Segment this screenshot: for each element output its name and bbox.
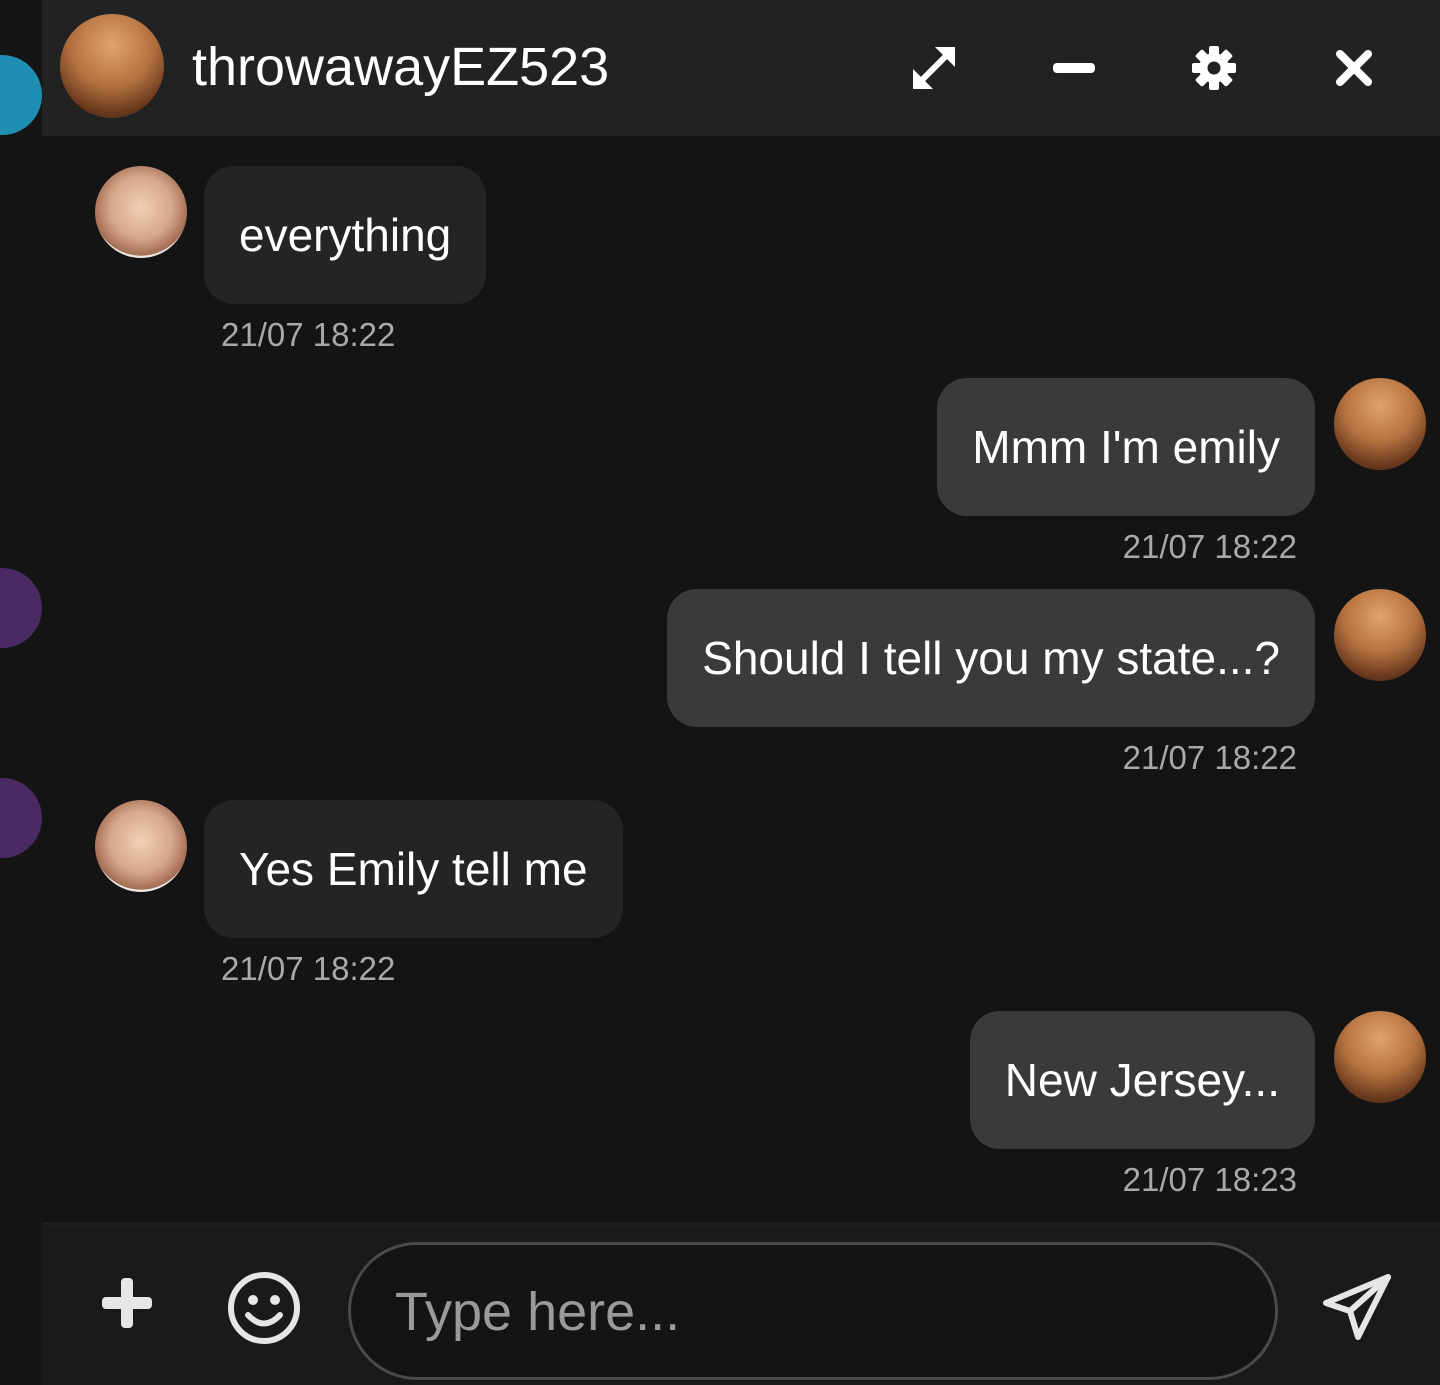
chat-title[interactable]: throwawayEZ523: [192, 36, 609, 98]
chat-header: throwawayEZ523: [42, 0, 1440, 136]
message-bubble-incoming[interactable]: everything: [204, 166, 487, 304]
message-timestamp: 21/07 18:23: [1122, 1161, 1297, 1198]
message-list[interactable]: everything 21/07 18:22 Mmm I'm emily 21/…: [42, 136, 1440, 1222]
contact-avatar[interactable]: [60, 14, 164, 118]
message-timestamp: 21/07 18:22: [1122, 528, 1297, 565]
background-avatar: [0, 778, 42, 858]
expand-icon: [911, 45, 957, 91]
message-bubble-outgoing[interactable]: Mmm I'm emily: [937, 378, 1315, 516]
background-avatar: [0, 568, 42, 648]
message-input[interactable]: [393, 1245, 1237, 1379]
message-bubble-outgoing[interactable]: New Jersey...: [969, 1011, 1315, 1149]
emoji-button[interactable]: [224, 1270, 304, 1350]
emoji-icon: [226, 1270, 302, 1351]
sender-avatar[interactable]: [95, 166, 187, 258]
gear-icon: [1191, 45, 1237, 91]
message-input-container[interactable]: [348, 1242, 1278, 1380]
own-avatar[interactable]: [1334, 1011, 1426, 1103]
background-conversation-list: [0, 0, 42, 1385]
close-button[interactable]: [1319, 33, 1389, 103]
message-bubble-outgoing[interactable]: Should I tell you my state...?: [667, 589, 1315, 727]
background-avatar: [0, 55, 42, 135]
send-button[interactable]: [1314, 1270, 1399, 1350]
send-icon: [1322, 1273, 1392, 1348]
chat-window: throwawayEZ523 everything 21/07 18:22 Mm…: [42, 0, 1440, 1385]
own-avatar[interactable]: [1334, 589, 1426, 681]
plus-icon: [101, 1277, 153, 1334]
message-timestamp: 21/07 18:22: [1122, 739, 1297, 776]
expand-button[interactable]: [899, 33, 969, 103]
close-icon: [1335, 49, 1373, 87]
own-avatar[interactable]: [1334, 378, 1426, 470]
minimize-button[interactable]: [1039, 33, 1109, 103]
message-timestamp: 21/07 18:22: [221, 950, 396, 987]
message-timestamp: 21/07 18:22: [221, 316, 396, 353]
sender-avatar[interactable]: [95, 800, 187, 892]
attach-button[interactable]: [92, 1265, 162, 1345]
message-bubble-incoming[interactable]: Yes Emily tell me: [204, 800, 623, 938]
message-composer: [42, 1222, 1440, 1385]
minimize-icon: [1053, 61, 1095, 75]
settings-button[interactable]: [1179, 33, 1249, 103]
